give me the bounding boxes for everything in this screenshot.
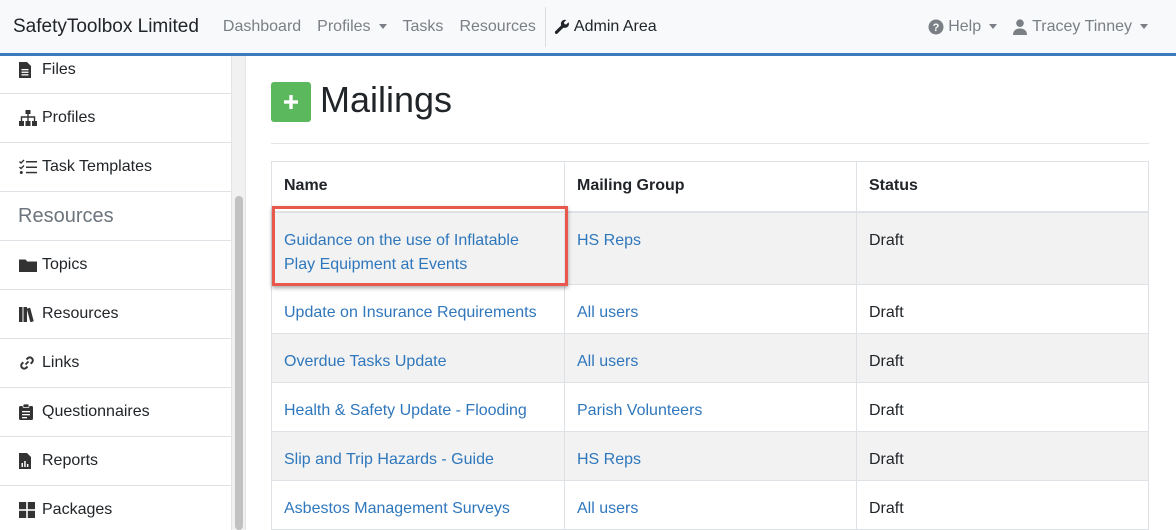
top-navbar: SafetyToolbox Limited Dashboard Profiles… (0, 0, 1176, 56)
nav-admin-label: Admin Area (573, 17, 657, 35)
mailing-name-link[interactable]: Health & Safety Update - Flooding (284, 402, 527, 419)
table-header-row: Name Mailing Group Status (271, 161, 1149, 213)
nav-admin-area[interactable]: Admin Area (554, 18, 657, 36)
link-icon (19, 355, 39, 371)
sidebar-heading-resources: Resources (0, 192, 231, 241)
help-dropdown[interactable]: ? Help (928, 17, 998, 36)
mailing-name-link[interactable]: Guidance on the use of Inflatable Play E… (284, 232, 519, 273)
page-title: Mailings (320, 78, 453, 120)
sidebar-item-label: Questionnaires (42, 403, 150, 420)
sidebar-item-resources[interactable]: Resources (0, 290, 231, 339)
sidebar-item-links[interactable]: Links (0, 339, 231, 388)
wrench-icon (554, 19, 570, 35)
file-icon (19, 61, 39, 78)
sidebar-item-profiles[interactable]: Profiles (0, 94, 231, 143)
mailing-group-link[interactable]: All users (577, 500, 638, 517)
sidebar-item-files[interactable]: Files (0, 56, 231, 94)
cell-status: Draft (856, 431, 1149, 481)
report-icon (19, 453, 39, 469)
table-row: Update on Insurance Requirements All use… (271, 284, 1149, 334)
sidebar: Files Profiles Task Templates Resources … (0, 56, 231, 530)
page-header: Mailings (271, 56, 1149, 144)
cell-name: Asbestos Management Surveys (271, 480, 565, 530)
cell-status: Draft (856, 382, 1149, 432)
sidebar-item-label: Reports (42, 452, 99, 469)
books-icon (19, 306, 39, 322)
sidebar-item-label: Profiles (42, 109, 96, 126)
column-header-mailing-group[interactable]: Mailing Group (564, 161, 857, 213)
chevron-down-icon (378, 24, 387, 29)
user-dropdown[interactable]: Tracey Tinney (1013, 18, 1148, 36)
help-label: Help (948, 17, 982, 35)
sidebar-item-topics[interactable]: Topics (0, 241, 231, 290)
sidebar-item-label: Topics (42, 256, 88, 273)
cell-status: Draft (856, 211, 1149, 285)
nav-profiles-label: Profiles (317, 17, 371, 35)
sidebar-scroll-thumb[interactable] (235, 196, 243, 530)
checklist-icon (19, 159, 39, 175)
cell-group: All users (564, 284, 857, 334)
mailing-group-link[interactable]: All users (577, 304, 638, 321)
cell-group: All users (564, 333, 857, 383)
mailing-group-link[interactable]: All users (577, 353, 638, 370)
column-header-name[interactable]: Name (271, 161, 565, 213)
cell-name: Slip and Trip Hazards - Guide (271, 431, 565, 481)
cell-group: HS Reps (564, 431, 857, 481)
sidebar-item-label: Links (42, 354, 80, 371)
cell-name: Overdue Tasks Update (271, 333, 565, 383)
mailing-name-link[interactable]: Asbestos Management Surveys (284, 500, 510, 517)
main-content: Mailings Name Mailing Group Status Guida… (271, 56, 1149, 530)
sidebar-item-label: Files (42, 60, 76, 78)
table-row: Overdue Tasks Update All users Draft (271, 333, 1149, 383)
nav-tasks[interactable]: Tasks (403, 18, 444, 36)
cell-name: Health & Safety Update - Flooding (271, 382, 565, 432)
chevron-down-icon (989, 24, 998, 29)
sidebar-item-label: Resources (42, 305, 119, 322)
folder-icon (19, 257, 39, 273)
chevron-down-icon (1140, 24, 1148, 29)
mailing-name-link[interactable]: Overdue Tasks Update (284, 353, 446, 370)
sidebar-item-reports[interactable]: Reports (0, 437, 231, 486)
cell-status: Draft (856, 284, 1149, 334)
sidebar-item-label: Packages (42, 501, 113, 518)
nav-right-group: ? Help Tracey Tinney (912, 0, 1148, 53)
mailing-name-link[interactable]: Slip and Trip Hazards - Guide (284, 451, 494, 468)
mailing-group-link[interactable]: HS Reps (577, 451, 641, 468)
cell-status: Draft (856, 333, 1149, 383)
nav-dashboard[interactable]: Dashboard (223, 18, 301, 36)
nav-profiles-dropdown[interactable]: Profiles (317, 17, 387, 36)
user-name: Tracey Tinney (1032, 17, 1132, 35)
sidebar-item-label: Task Templates (42, 158, 152, 175)
column-header-status[interactable]: Status (856, 161, 1149, 213)
brand-link[interactable]: SafetyToolbox Limited (13, 16, 199, 38)
sidebar-item-task-templates[interactable]: Task Templates (0, 143, 231, 192)
nav-resources[interactable]: Resources (459, 18, 535, 36)
cell-name: Update on Insurance Requirements (271, 284, 565, 334)
cell-group: All users (564, 480, 857, 530)
sidebar-item-questionnaires[interactable]: Questionnaires (0, 388, 231, 437)
mailing-group-link[interactable]: HS Reps (577, 232, 641, 249)
question-circle-icon: ? (928, 19, 944, 35)
nav-divider (544, 6, 546, 47)
mailing-name-link[interactable]: Update on Insurance Requirements (284, 304, 537, 321)
sitemap-icon (19, 110, 39, 126)
mailing-group-link[interactable]: Parish Volunteers (577, 402, 702, 419)
table-row: Asbestos Management Surveys All users Dr… (271, 480, 1149, 530)
table-row: Health & Safety Update - Flooding Parish… (271, 382, 1149, 432)
table-row: Slip and Trip Hazards - Guide HS Reps Dr… (271, 431, 1149, 481)
cell-status: Draft (856, 480, 1149, 530)
sidebar-item-packages[interactable]: Packages (0, 486, 231, 530)
user-icon (1013, 18, 1028, 35)
svg-text:?: ? (933, 22, 940, 34)
add-mailing-button[interactable] (271, 81, 311, 122)
clipboard-icon (19, 404, 39, 420)
plus-icon (282, 93, 300, 111)
mailings-table: Name Mailing Group Status Guidance on th… (271, 161, 1149, 530)
sidebar-scrollbar[interactable] (231, 56, 246, 530)
table-row: Guidance on the use of Inflatable Play E… (271, 205, 1149, 286)
cell-group: HS Reps (564, 211, 857, 285)
cell-name: Guidance on the use of Inflatable Play E… (271, 205, 568, 286)
grid-icon (19, 502, 39, 518)
cell-group: Parish Volunteers (564, 382, 857, 432)
